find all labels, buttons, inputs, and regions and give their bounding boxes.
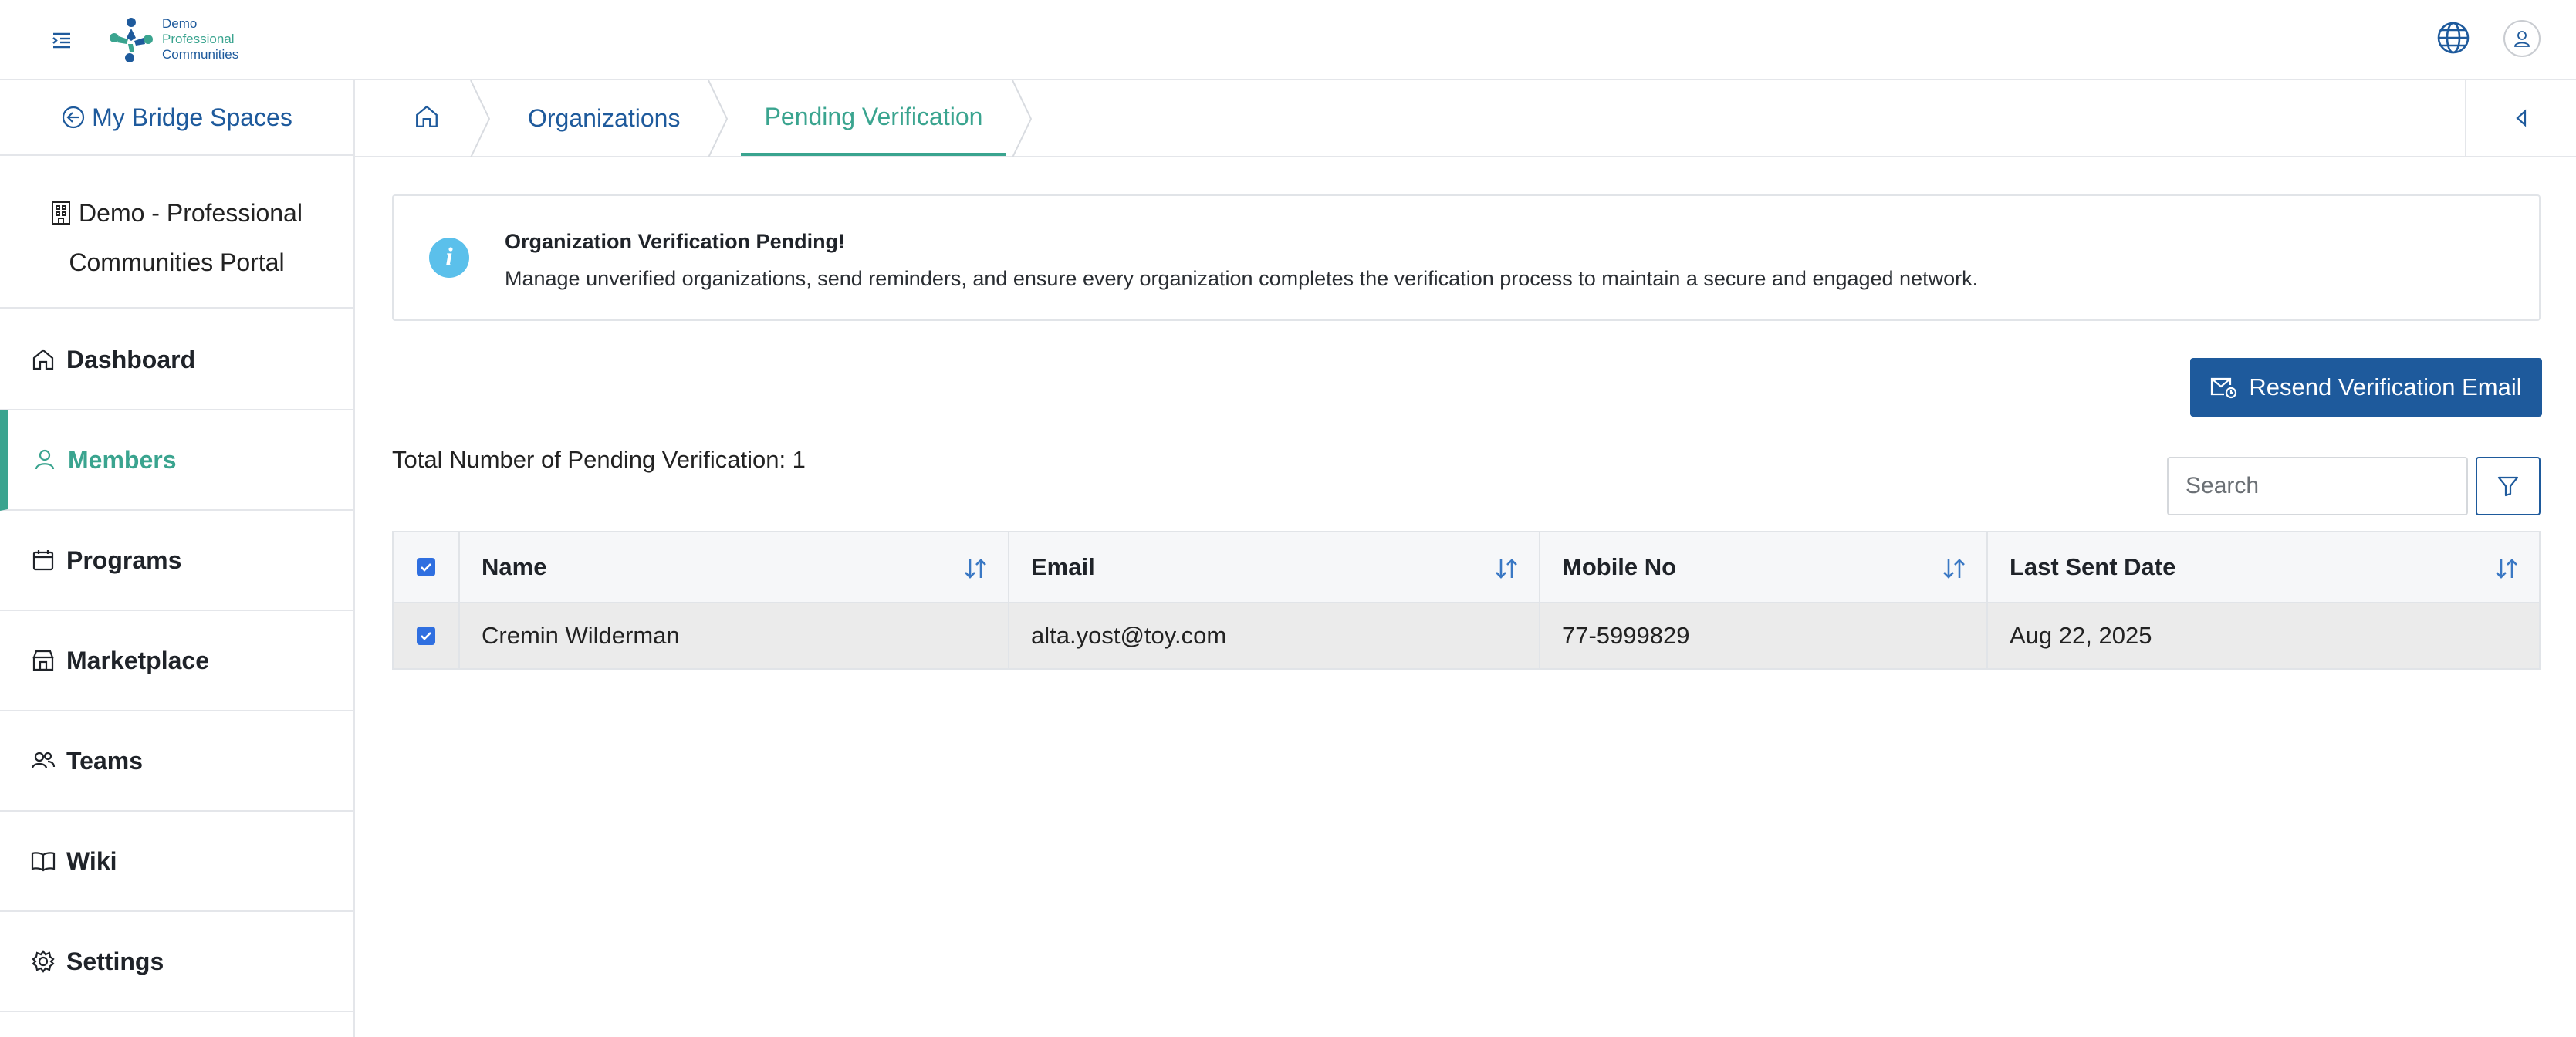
alert-title: Organization Verification Pending! <box>505 230 846 253</box>
sort-icon[interactable] <box>1494 557 1519 580</box>
top-bar: Demo Professional Communities <box>0 0 2576 80</box>
column-header-mobile[interactable]: Mobile No <box>1540 532 1988 602</box>
cell-name: Cremin Wilderman <box>460 603 1009 668</box>
sidebar-item-dashboard[interactable]: Dashboard <box>0 310 353 410</box>
column-header-label: Last Sent Date <box>2010 553 2176 580</box>
column-header-label: Name <box>482 553 547 580</box>
cell-last-sent-date: Aug 22, 2025 <box>2010 622 2152 649</box>
search-input[interactable] <box>2167 457 2468 515</box>
sidebar-item-label: Members <box>68 445 177 474</box>
mail-refresh-icon <box>2211 377 2237 399</box>
sidebar-item-programs[interactable]: Programs <box>0 511 353 611</box>
user-avatar-button[interactable] <box>2503 20 2541 57</box>
logo-text: Demo Professional Communities <box>162 16 238 62</box>
breadcrumb-separator <box>470 80 491 157</box>
sort-icon[interactable] <box>963 557 988 580</box>
breadcrumb-organizations[interactable]: Organizations <box>528 80 680 156</box>
sidebar-item-label: Teams <box>66 746 144 775</box>
back-arrow-icon <box>63 106 85 129</box>
sidebar-item-label: Programs <box>66 546 182 574</box>
breadcrumb-separator <box>1012 80 1033 157</box>
resend-label: Resend Verification Email <box>2249 373 2522 400</box>
back-link-label: My Bridge Spaces <box>92 103 292 131</box>
sidebar-item-label: Wiki <box>66 846 117 875</box>
sidebar-item-label: Settings <box>66 947 164 975</box>
table-row[interactable]: Cremin Wilderman alta.yost@toy.com 77-59… <box>394 603 2539 668</box>
logo-mark <box>110 18 153 62</box>
home-icon <box>32 349 54 370</box>
store-icon <box>32 650 54 671</box>
sidebar-item-marketplace[interactable]: Marketplace <box>0 611 353 711</box>
column-header-email[interactable]: Email <box>1009 532 1540 602</box>
sidebar: My Bridge Spaces Demo - Professional Com… <box>0 80 355 1037</box>
globe-icon[interactable] <box>2436 20 2471 56</box>
sidebar-item-members[interactable]: Members <box>0 410 353 511</box>
breadcrumb-pending-verification[interactable]: Pending Verification <box>741 80 1006 156</box>
logo-line-3: Communities <box>162 47 239 62</box>
column-header-label: Email <box>1031 553 1095 580</box>
portal-name: Demo - Professional Communities Portal <box>0 157 353 309</box>
table-header-row: Name Email Mobile No Last Sent Date <box>394 532 2539 603</box>
row-select-cell <box>394 603 460 668</box>
filter-button[interactable] <box>2476 457 2541 515</box>
logo[interactable]: Demo Professional Communities <box>106 11 238 68</box>
logo-line-1: Demo <box>162 16 198 31</box>
filter-icon <box>2497 476 2519 497</box>
gear-icon <box>32 950 55 973</box>
pending-verification-table: Name Email Mobile No Last Sent Date Crem… <box>392 531 2541 670</box>
book-icon <box>31 852 56 872</box>
select-all-cell <box>394 532 460 602</box>
column-header-label: Mobile No <box>1562 553 1677 580</box>
portal-name-line-2: Communities Portal <box>69 248 285 276</box>
sort-icon[interactable] <box>1942 557 1966 580</box>
resend-verification-email-button[interactable]: Resend Verification Email <box>2190 358 2542 417</box>
row-checkbox[interactable] <box>417 627 435 645</box>
sidebar-item-label: Dashboard <box>66 345 196 373</box>
collapse-panel-button[interactable] <box>2465 80 2576 156</box>
user-icon <box>35 449 55 470</box>
sidebar-item-label: Marketplace <box>66 646 209 674</box>
sidebar-item-teams[interactable]: Teams <box>0 711 353 812</box>
breadcrumb-separator <box>708 80 729 157</box>
menu-indent-icon[interactable] <box>46 25 77 56</box>
sidebar-item-wiki[interactable]: Wiki <box>0 812 353 912</box>
building-icon <box>52 201 71 225</box>
user-icon <box>2514 31 2530 47</box>
calendar-icon <box>32 550 54 571</box>
verification-alert: i Organization Verification Pending! Man… <box>392 194 2541 321</box>
sort-icon[interactable] <box>2494 557 2519 580</box>
users-icon <box>31 752 56 769</box>
total-pending-count: Total Number of Pending Verification: 1 <box>392 446 806 473</box>
alert-text: Manage unverified organizations, send re… <box>505 267 1979 290</box>
column-header-last-sent-date[interactable]: Last Sent Date <box>1988 532 2539 602</box>
my-bridge-spaces-link[interactable]: My Bridge Spaces <box>0 80 353 156</box>
column-header-name[interactable]: Name <box>460 532 1009 602</box>
breadcrumb: Organizations Pending Verification <box>355 80 2576 157</box>
cell-mobile: 77-5999829 <box>1540 603 1988 668</box>
sidebar-item-settings[interactable]: Settings <box>0 912 353 1012</box>
logo-line-2: Professional <box>162 32 235 46</box>
breadcrumb-home-icon[interactable] <box>414 103 445 134</box>
cell-email: alta.yost@toy.com <box>1009 603 1540 668</box>
caret-left-icon <box>2516 109 2527 127</box>
select-all-checkbox[interactable] <box>417 558 435 576</box>
portal-name-line-1: Demo - Professional <box>79 199 303 227</box>
info-icon: i <box>429 238 469 278</box>
